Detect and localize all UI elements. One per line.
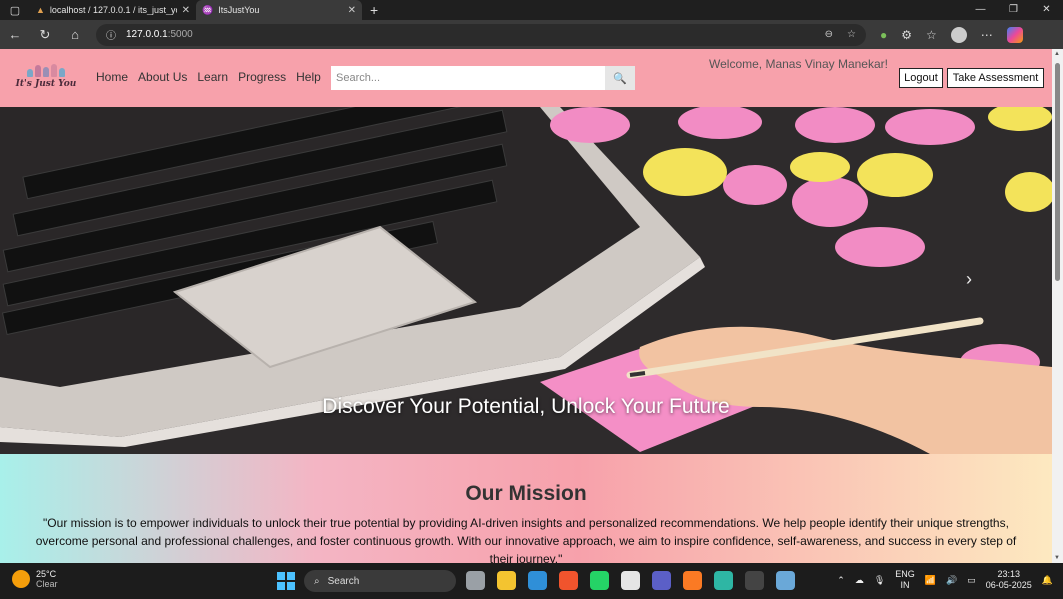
back-icon[interactable]: ← xyxy=(0,27,30,42)
extensions-icon[interactable]: ⚙ xyxy=(901,28,912,42)
extension-icon[interactable]: ● xyxy=(880,28,887,42)
show-hidden-icons-icon[interactable]: ⌃ xyxy=(837,575,845,586)
browser-toolbar: ← ↻ ⌂ ⓘ 127.0.0.1:5000 ⊖ ☆ ● ⚙ ☆ ⋯ xyxy=(0,20,1063,49)
profile-avatar[interactable] xyxy=(950,26,967,43)
home-icon[interactable]: ⌂ xyxy=(60,27,90,42)
search-icon: 🔍 xyxy=(613,72,627,85)
page-scrollbar[interactable]: ▲ ▼ xyxy=(1052,49,1063,563)
browser-tab-itsjustyou[interactable]: ♒ ItsJustYou ✕ xyxy=(196,0,362,20)
browser-tab-strip: ▢ ▲ localhost / 127.0.0.1 / its_just_you… xyxy=(0,0,1063,20)
logo-figures-icon xyxy=(27,63,65,77)
weather-temp: 25°C xyxy=(36,569,57,579)
url-text: 127.0.0.1:5000 xyxy=(126,29,193,40)
favorites-icon[interactable]: ☆ xyxy=(926,28,937,42)
taskbar-search-label: Search xyxy=(327,575,360,587)
system-tray: ⌃ ☁ 🎙 ENG IN 📶 🔊 ▭ 23:13 06-05-2025 🔔 xyxy=(837,569,1053,591)
welcome-message: Welcome, Manas Vinay Manekar! xyxy=(709,57,888,71)
more-options-icon[interactable]: ⋯ xyxy=(981,28,993,42)
start-button[interactable] xyxy=(277,572,295,590)
teams-icon[interactable] xyxy=(652,571,671,590)
close-tab-icon[interactable]: ✕ xyxy=(348,5,356,16)
nav-learn[interactable]: Learn xyxy=(197,70,228,84)
task-view-icon[interactable] xyxy=(466,571,485,590)
chatgpt-icon[interactable] xyxy=(621,571,640,590)
weather-moon-icon xyxy=(12,570,30,588)
new-tab-icon[interactable]: + xyxy=(362,2,386,18)
main-nav: Home About Us Learn Progress Help xyxy=(96,70,321,84)
hero-caption: Discover Your Potential, Unlock Your Fut… xyxy=(322,395,730,418)
microphone-icon[interactable]: 🎙 xyxy=(874,575,885,586)
mission-text: "Our mission is to empower individuals t… xyxy=(35,516,1017,563)
terminal-icon[interactable] xyxy=(745,571,764,590)
mission-title: Our Mission xyxy=(465,482,587,505)
close-window-icon[interactable]: ✕ xyxy=(1030,0,1063,20)
language-indicator[interactable]: ENG IN xyxy=(895,569,915,591)
windows-taskbar: 25°C Clear ⌕ Search ⌃ ☁ 🎙 ENG IN 📶 🔊 ▭ 2… xyxy=(0,563,1063,599)
page-viewport: It's Just You Home About Us Learn Progre… xyxy=(0,49,1063,563)
file-explorer-icon[interactable] xyxy=(497,571,516,590)
scroll-up-icon[interactable]: ▲ xyxy=(1054,51,1060,57)
logo-text: It's Just You xyxy=(15,79,77,89)
weather-condition: Clear xyxy=(36,579,58,589)
edge-icon[interactable] xyxy=(714,571,733,590)
xampp-icon[interactable] xyxy=(683,571,702,590)
battery-icon[interactable]: ▭ xyxy=(967,575,976,586)
taskbar-search[interactable]: ⌕ Search xyxy=(304,570,456,592)
nav-about-us[interactable]: About Us xyxy=(138,70,187,84)
refresh-icon[interactable]: ↻ xyxy=(30,27,60,43)
mission-section: Our Mission "Our mission is to empower i… xyxy=(0,454,1052,563)
site-favicon-icon: ♒ xyxy=(202,4,214,15)
phpmyadmin-favicon-icon: ▲ xyxy=(36,5,45,15)
maximize-icon[interactable]: ❐ xyxy=(997,0,1030,20)
minimize-icon[interactable]: — xyxy=(964,0,997,20)
tab-title: localhost / 127.0.0.1 / its_just_you xyxy=(49,5,177,15)
tab-title: ItsJustYou xyxy=(218,5,260,15)
notifications-icon[interactable]: 🔔 xyxy=(1042,575,1053,586)
nav-progress[interactable]: Progress xyxy=(238,70,286,84)
tab-actions-icon[interactable]: ▢ xyxy=(0,0,30,20)
window-controls: — ❐ ✕ xyxy=(964,0,1063,20)
logout-button[interactable]: Logout xyxy=(899,68,943,88)
reading-mode-icon[interactable]: ⊖ xyxy=(825,29,833,40)
brave-icon[interactable] xyxy=(559,571,578,590)
scrollbar-thumb[interactable] xyxy=(1055,63,1060,281)
clock[interactable]: 23:13 06-05-2025 xyxy=(986,569,1032,591)
snipping-tool-icon[interactable] xyxy=(776,571,795,590)
nav-home[interactable]: Home xyxy=(96,70,128,84)
close-tab-icon[interactable]: ✕ xyxy=(182,5,190,16)
vscode-icon[interactable] xyxy=(528,571,547,590)
site-header: It's Just You Home About Us Learn Progre… xyxy=(0,49,1052,107)
take-assessment-button[interactable]: Take Assessment xyxy=(947,68,1044,88)
site-logo[interactable]: It's Just You xyxy=(12,63,80,93)
search-icon: ⌕ xyxy=(314,575,320,587)
carousel-next-icon[interactable]: › xyxy=(966,269,972,290)
search-input[interactable] xyxy=(331,66,605,90)
browser-tab-phpmyadmin[interactable]: ▲ localhost / 127.0.0.1 / its_just_you ✕ xyxy=(30,0,196,20)
nav-help[interactable]: Help xyxy=(296,70,321,84)
site-search: 🔍 xyxy=(331,66,635,90)
onedrive-icon[interactable]: ☁ xyxy=(855,575,864,586)
search-button[interactable]: 🔍 xyxy=(605,66,635,90)
taskbar-apps xyxy=(466,571,795,590)
whatsapp-icon[interactable] xyxy=(590,571,609,590)
hero-carousel: Discover Your Potential, Unlock Your Fut… xyxy=(0,107,1052,454)
wifi-icon[interactable]: 📶 xyxy=(925,575,936,586)
copilot-icon[interactable] xyxy=(1006,26,1023,43)
scroll-down-icon[interactable]: ▼ xyxy=(1054,555,1060,561)
site-info-icon[interactable]: ⓘ xyxy=(106,27,116,42)
weather-widget[interactable]: 25°C Clear xyxy=(12,569,58,589)
favorite-star-icon[interactable]: ☆ xyxy=(847,29,856,40)
volume-icon[interactable]: 🔊 xyxy=(946,575,957,586)
address-bar[interactable]: ⓘ 127.0.0.1:5000 ⊖ ☆ xyxy=(96,23,866,46)
